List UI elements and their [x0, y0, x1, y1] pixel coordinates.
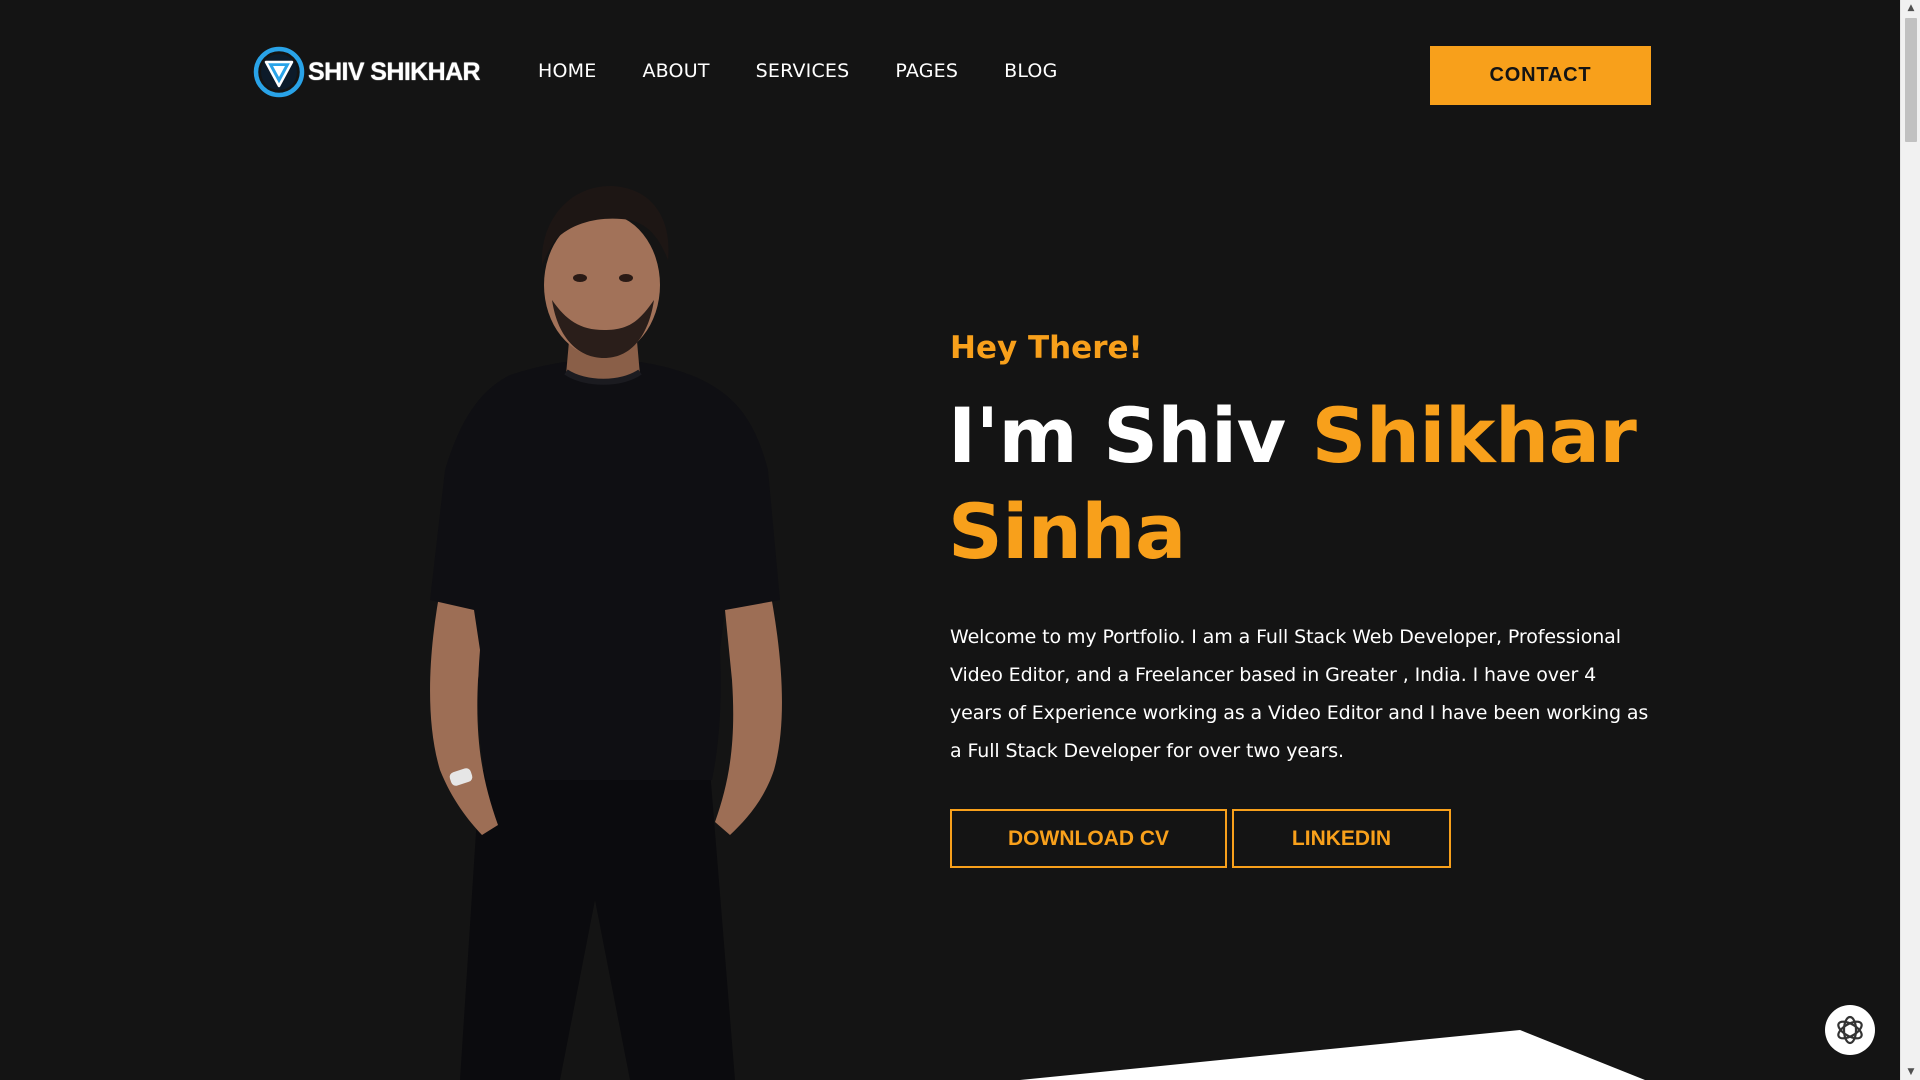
site-logo[interactable]: SHIV SHIKHAR — [253, 45, 481, 99]
main-nav: HOME ABOUT SERVICES PAGES BLOG — [538, 60, 1104, 82]
hero-description: Welcome to my Portfolio. I am a Full Sta… — [950, 626, 1649, 762]
logo-text: SHIV SHIKHAR — [308, 57, 481, 86]
chatgpt-icon — [1837, 1015, 1863, 1045]
portrait-image — [430, 185, 782, 1080]
chat-widget-button[interactable] — [1825, 1005, 1875, 1055]
scroll-down-arrow-icon[interactable]: ▼ — [1901, 1064, 1920, 1080]
download-cv-button[interactable]: DOWNLOAD CV — [950, 809, 1227, 868]
page-scrollbar[interactable]: ▲ ▼ — [1900, 0, 1920, 1080]
scrollbar-thumb[interactable] — [1905, 18, 1917, 142]
nav-blog[interactable]: BLOG — [1004, 60, 1057, 82]
logo-badge-icon — [253, 46, 305, 98]
nav-home[interactable]: HOME — [538, 60, 596, 82]
contact-button[interactable]: CONTACT — [1430, 46, 1651, 105]
hero-name-highlight-1: Shikhar — [1311, 391, 1637, 480]
hero-name: I'm Shiv Shikhar Sinha — [948, 388, 1648, 580]
hero-greeting: Hey There! — [950, 330, 1143, 366]
nav-pages[interactable]: PAGES — [895, 60, 958, 82]
nav-services[interactable]: SERVICES — [756, 60, 850, 82]
hero-name-highlight-2: Sinha — [948, 487, 1186, 576]
page: SHIV SHIKHAR HOME ABOUT SERVICES PAGES B… — [0, 0, 1920, 1080]
hero-name-prefix: I'm Shiv — [948, 391, 1312, 480]
nav-about[interactable]: ABOUT — [642, 60, 709, 82]
linkedin-button[interactable]: LINKEDIN — [1232, 809, 1451, 868]
scroll-up-arrow-icon[interactable]: ▲ — [1901, 0, 1920, 16]
